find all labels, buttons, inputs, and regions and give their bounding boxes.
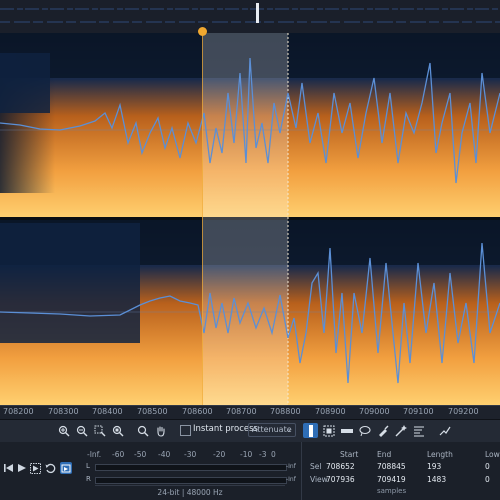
ruler-tick-label: 708200: [3, 407, 34, 416]
time-selection[interactable]: [202, 33, 288, 405]
chevron-down-icon: ⌄: [285, 425, 292, 434]
zoom-selection-icon[interactable]: [92, 423, 107, 438]
column-header-low: Low: [485, 450, 500, 459]
lasso-tool-icon[interactable]: [357, 423, 372, 438]
zoom-fit-icon[interactable]: [110, 423, 125, 438]
sel-start-field[interactable]: 708652: [326, 462, 355, 471]
view-length-field[interactable]: 1483: [427, 475, 446, 484]
column-header-end: End: [377, 450, 392, 459]
bottom-panel: -Inf. -60 -50 -40 -30 -20 -10 -3 0 L -In…: [0, 442, 500, 500]
ruler-tick-label: 708600: [182, 407, 213, 416]
magic-wand-icon[interactable]: [393, 423, 408, 438]
instant-process-checkbox[interactable]: [180, 425, 191, 436]
zoom-out-icon[interactable]: [74, 423, 89, 438]
ruler-tick-label: 709200: [448, 407, 479, 416]
play-icon[interactable]: [16, 462, 28, 474]
view-start-field[interactable]: 707936: [326, 475, 355, 484]
follow-playhead-icon[interactable]: [60, 462, 72, 474]
meter-right-bar: [95, 477, 287, 484]
ruler-tick-label: 708400: [92, 407, 123, 416]
loop-icon[interactable]: [44, 462, 56, 474]
meter-scale-label: -40: [158, 450, 171, 459]
meter-scale-label: -60: [112, 450, 125, 459]
ruler-tick-label: 708700: [226, 407, 257, 416]
ruler-tick-label: 708300: [48, 407, 79, 416]
frequency-selection-icon[interactable]: [339, 423, 354, 438]
sel-low-field[interactable]: 0: [485, 462, 490, 471]
meter-scale-label: 0: [271, 450, 276, 459]
spectrogram-view[interactable]: [0, 33, 500, 405]
meter-scale-label: -20: [213, 450, 226, 459]
spectral-curve-icon[interactable]: [437, 423, 452, 438]
play-selection-icon[interactable]: [29, 462, 41, 474]
sel-row-label: Sel: [310, 462, 322, 471]
overview-viewport-marker: [256, 3, 259, 23]
audio-format-label: 24-bit | 48000 Hz: [95, 485, 285, 497]
sel-length-field[interactable]: 193: [427, 462, 441, 471]
magnify-tool-icon[interactable]: [135, 423, 150, 438]
column-header-length: Length: [427, 450, 453, 459]
ruler-tick-label: 708800: [270, 407, 301, 416]
meter-scale-label: -10: [240, 450, 253, 459]
ruler-tick-label: 708900: [315, 407, 346, 416]
meter-right-reset-button[interactable]: -Inf: [286, 476, 296, 483]
harmonics-icon[interactable]: [411, 423, 426, 438]
time-selection-tool-icon[interactable]: [303, 423, 318, 438]
meter-left-reset-button[interactable]: -Inf: [286, 463, 296, 470]
process-mode-select[interactable]: Attenuate ⌄: [248, 423, 296, 437]
time-ruler[interactable]: 708200 708300 708400 708500 708600 70870…: [0, 405, 500, 419]
ruler-tick-label: 709000: [359, 407, 390, 416]
overview-svg: [0, 3, 500, 23]
brush-tool-icon[interactable]: [375, 423, 390, 438]
ruler-tick-label: 709100: [403, 407, 434, 416]
go-to-start-icon[interactable]: [3, 462, 15, 474]
spectrogram-svg: [0, 33, 500, 405]
view-low-field[interactable]: 0: [485, 475, 490, 484]
time-frequency-selection-icon[interactable]: [321, 423, 336, 438]
time-unit-selector[interactable]: samples: [377, 487, 406, 495]
playhead-marker[interactable]: [198, 27, 207, 36]
view-end-field[interactable]: 709419: [377, 475, 406, 484]
zoom-in-icon[interactable]: [56, 423, 71, 438]
meter-left-bar: [95, 464, 287, 471]
meter-scale-label: -30: [184, 450, 197, 459]
hand-tool-icon[interactable]: [153, 423, 168, 438]
selection-info-panel: Start End Length Low Sel 708652 708845 1…: [301, 442, 500, 500]
playhead-line[interactable]: [202, 33, 203, 405]
meter-scale-label: -3: [259, 450, 267, 459]
meter-right-label: R: [86, 475, 91, 483]
meter-scale-label: -Inf.: [87, 450, 102, 459]
sel-end-field[interactable]: 708845: [377, 462, 406, 471]
column-header-start: Start: [340, 450, 359, 459]
meter-scale-label: -50: [134, 450, 147, 459]
tools-toolbar: Instant process Attenuate ⌄: [0, 419, 500, 443]
ruler-tick-label: 708500: [137, 407, 168, 416]
waveform-overview[interactable]: [0, 0, 500, 34]
meter-left-label: L: [86, 462, 90, 470]
